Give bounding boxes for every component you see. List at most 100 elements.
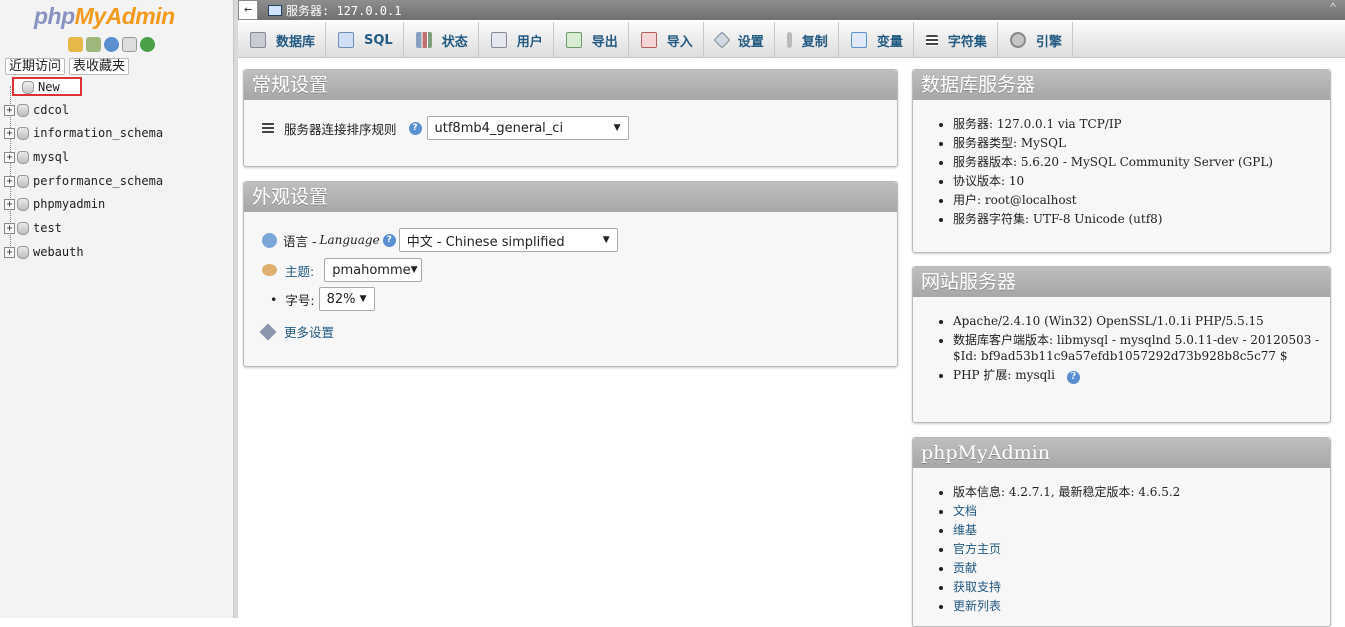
list-item: 文档 [953,503,1180,519]
expand-icon[interactable]: + [4,151,15,163]
help-icon[interactable]: ? [408,121,422,135]
db-item-phpmyadmin[interactable]: + phpmyadmin [4,195,105,213]
more-settings-row: 更多设置 [259,322,334,341]
server-label: 服务器: 127.0.0.1 [286,4,402,18]
theme-icon [262,264,277,276]
exit-icon[interactable] [86,37,101,52]
list-item: PHP 扩展: mysqli ? [953,367,1323,384]
expand-icon[interactable]: + [4,104,15,116]
recent-tab[interactable]: 近期访问 [5,58,66,75]
web-server-title: 网站服务器 [913,267,1330,297]
expand-icon[interactable]: + [4,246,15,258]
tab-charsets[interactable]: 字符集 [914,22,998,58]
collation-label: 服务器连接排序规则 [284,121,397,137]
breadcrumb-server[interactable]: 服务器: 127.0.0.1 [268,2,401,19]
server-icon [268,5,282,16]
variables-icon [850,32,867,48]
more-settings-link[interactable]: 更多设置 [284,322,334,341]
database-icon [17,103,29,117]
wiki-link[interactable]: 维基 [953,523,977,537]
tab-variables[interactable]: 变量 [839,22,914,58]
database-icon [17,197,29,211]
db-item-cdcol[interactable]: + cdcol [4,101,69,119]
import-icon [640,32,657,48]
list-item: 用户: root@localhost [953,192,1273,208]
expand-icon[interactable]: + [4,175,15,187]
list-item: 贡献 [953,560,1180,576]
list-item: Apache/2.4.10 (Win32) OpenSSL/1.0.1i PHP… [953,313,1323,329]
support-link[interactable]: 获取支持 [953,580,1001,594]
expand-icon[interactable]: + [4,222,15,234]
database-icon [17,245,29,259]
language-icon [262,232,277,248]
favorites-tab[interactable]: 表收藏夹 [69,58,130,75]
tab-status[interactable]: 状态 [404,22,479,58]
general-settings-title: 常规设置 [244,70,897,100]
docs-link[interactable]: 文档 [953,504,977,518]
docs-icon[interactable] [122,37,137,52]
theme-select[interactable]: pmahomme ▼ [324,258,423,282]
help-icon[interactable]: ? [382,233,396,247]
list-item: 服务器类型: MySQL [953,135,1273,151]
phpmyadmin-panel: phpMyAdmin 版本信息: 4.2.7.1, 最新稳定版本: 4.6.5.… [912,437,1331,627]
collapse-topbar-icon[interactable]: ⌃ [1329,1,1337,16]
list-item: 服务器字符集: UTF-8 Unicode (utf8) [953,211,1273,227]
new-database-icon [22,80,34,94]
engine-icon [1009,32,1026,48]
help-icon[interactable] [104,37,119,52]
language-row: 语言 - Language ? 中文 - Chinese simplified ▼ [262,228,618,252]
expand-icon[interactable]: + [4,198,15,210]
fontsize-label: 字号: [285,292,315,308]
new-database-item[interactable]: New [22,78,60,96]
database-server-title: 数据库服务器 [913,70,1330,100]
tab-export[interactable]: 导出 [554,22,629,58]
db-name: performance_schema [33,174,164,188]
theme-label[interactable]: 主题: [285,261,314,280]
theme-row: 主题: pmahomme ▼ [262,258,423,282]
sql-icon [338,32,355,48]
tab-engines[interactable]: 引擎 [998,22,1073,58]
database-server-panel: 数据库服务器 服务器: 127.0.0.1 via TCP/IP 服务器类型: … [912,69,1331,253]
db-name: information_schema [33,126,164,140]
panel-resizer[interactable] [234,0,238,618]
database-icon [17,126,29,140]
tab-sql[interactable]: SQL [326,22,404,58]
database-icon [17,174,29,188]
db-item-performance-schema[interactable]: + performance_schema [4,172,163,190]
tab-settings[interactable]: 设置 [704,22,775,58]
list-item: 协议版本: 10 [953,173,1273,189]
reload-icon[interactable] [140,37,155,52]
expand-icon[interactable]: + [4,127,15,139]
db-item-test[interactable]: + test [4,219,62,237]
db-name: phpmyadmin [33,197,106,211]
nav-icon-bar [68,37,155,52]
database-icon [17,150,29,164]
chevron-down-icon: ▼ [613,123,621,133]
tab-import[interactable]: 导入 [629,22,704,58]
phpmyadmin-logo[interactable]: phpMyAdmin [34,3,175,30]
collapse-nav-button[interactable]: ← [238,0,258,20]
database-icon [250,32,266,48]
db-item-webauth[interactable]: + webauth [4,243,84,261]
breadcrumb-bar: ← 服务器: 127.0.0.1 ⌃ [238,0,1345,20]
db-item-mysql[interactable]: + mysql [4,148,69,166]
language-italic-label: Language [319,233,380,247]
list-item: 数据库客户端版本: libmysql - mysqlnd 5.0.11-dev … [953,332,1323,364]
help-icon[interactable]: ? [1066,371,1080,384]
appearance-settings-title: 外观设置 [244,182,897,212]
fontsize-select[interactable]: 82% ▼ [318,287,375,311]
language-select[interactable]: 中文 - Chinese simplified ▼ [398,228,618,252]
chevron-down-icon: ▼ [359,294,367,304]
db-item-information-schema[interactable]: + information_schema [4,124,163,142]
status-icon [415,32,432,48]
tab-users[interactable]: 用户 [479,22,554,58]
collation-select[interactable]: utf8mb4_general_ci ▼ [426,116,629,140]
homepage-link[interactable]: 官方主页 [953,542,1001,556]
list-item: 服务器: 127.0.0.1 via TCP/IP [953,116,1273,132]
changelog-link[interactable]: 更新列表 [953,599,1001,613]
tab-databases[interactable]: 数据库 [238,22,327,58]
tab-replication[interactable]: 复制 [775,22,839,58]
contribute-link[interactable]: 贡献 [953,561,977,575]
home-icon[interactable] [68,37,83,52]
list-item: 官方主页 [953,541,1180,557]
